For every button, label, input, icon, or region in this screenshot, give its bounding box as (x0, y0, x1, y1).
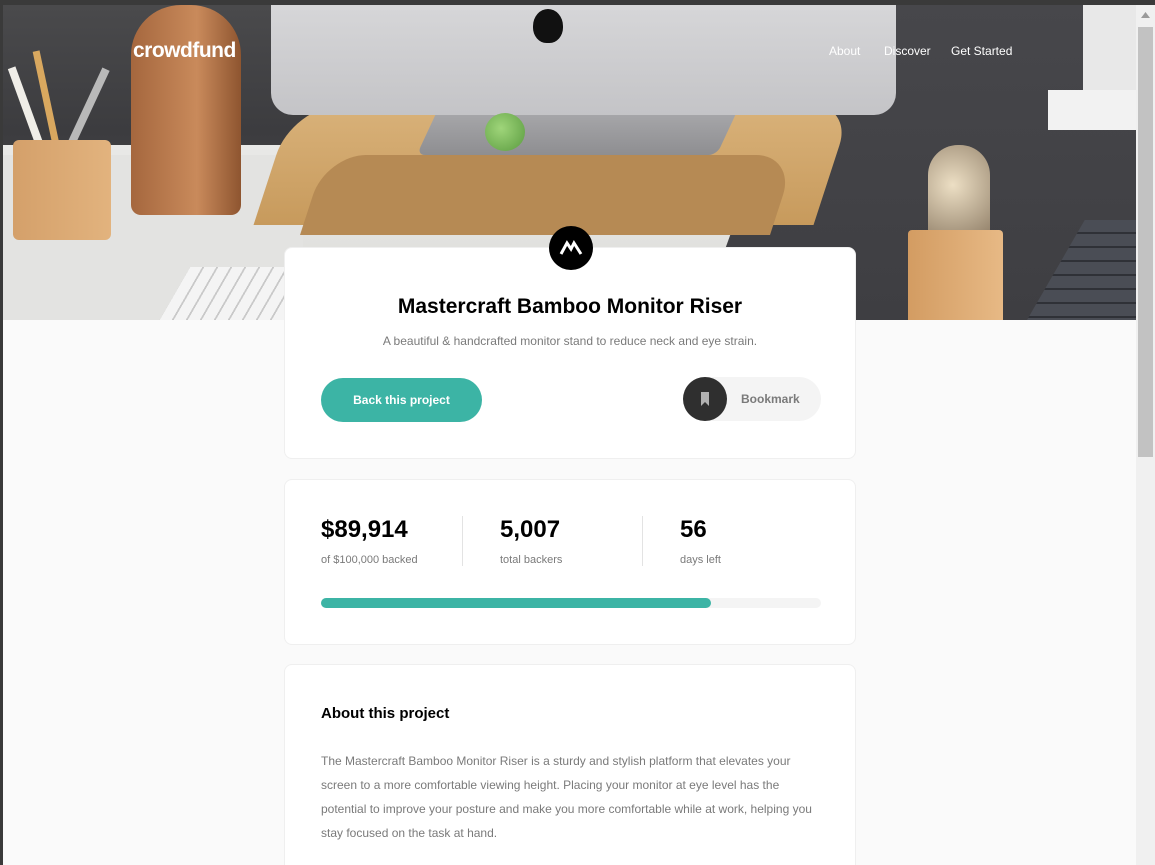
about-title: About this project (321, 705, 450, 722)
about-card: About this project The Mastercraft Bambo… (284, 664, 856, 865)
stats-card: $89,914 of $100,000 backed 5,007 total b… (284, 479, 856, 645)
top-nav: crowdfund About Discover Get Started (3, 5, 1136, 95)
project-intro-card: Mastercraft Bamboo Monitor Riser A beaut… (284, 226, 856, 459)
scroll-up-arrow-icon[interactable] (1136, 5, 1155, 25)
funding-progress-fill (321, 598, 711, 608)
vertical-scrollbar[interactable] (1136, 5, 1155, 865)
days-left-label: days left (680, 554, 721, 566)
backed-amount: $89,914 (321, 516, 408, 543)
backers-count: 5,007 (500, 516, 561, 543)
stat-backed: $89,914 of $100,000 backed (321, 516, 418, 566)
days-left-count: 56 (680, 516, 707, 543)
nav-link-get-started[interactable]: Get Started (951, 44, 1012, 58)
about-text: The Mastercraft Bamboo Monitor Riser is … (321, 754, 812, 840)
funding-progress-bar (321, 598, 821, 608)
stat-days-left: 56 days left (680, 516, 721, 566)
project-title: Mastercraft Bamboo Monitor Riser (397, 295, 743, 318)
nav-link-about[interactable]: About (829, 44, 860, 58)
divider (642, 516, 643, 566)
mastercraft-logo-icon (549, 226, 593, 270)
project-description: A beautiful & handcrafted monitor stand … (382, 334, 758, 348)
back-project-button[interactable]: Back this project (321, 378, 482, 422)
page-viewport: crowdfund About Discover Get Started Mas… (3, 5, 1136, 865)
backers-label: total backers (500, 554, 563, 566)
stat-backers: 5,007 total backers (500, 516, 562, 566)
brand-logo[interactable]: crowdfund (133, 39, 236, 63)
bookmark-label: Bookmark (741, 392, 800, 406)
backed-label: of $100,000 backed (321, 554, 418, 566)
scrollbar-thumb[interactable] (1138, 27, 1153, 457)
divider (462, 516, 463, 566)
bookmark-button[interactable]: Bookmark (683, 377, 821, 421)
nav-link-discover[interactable]: Discover (884, 44, 931, 58)
bookmark-icon (683, 377, 727, 421)
